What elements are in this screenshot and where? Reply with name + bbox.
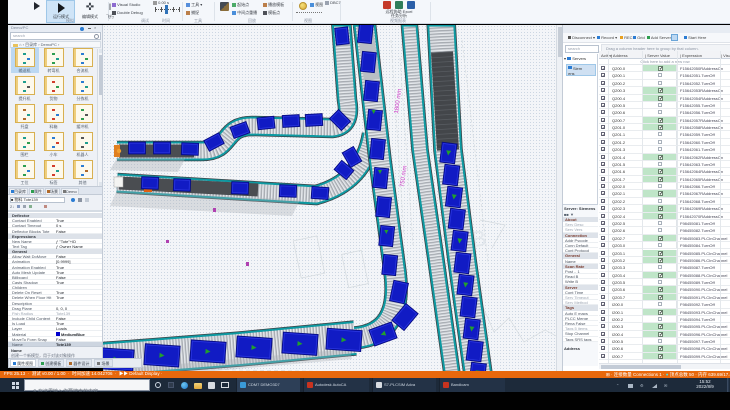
svg-text:1800 mm: 1800 mm: [394, 88, 403, 114]
svg-text:750 mm: 750 mm: [400, 165, 409, 187]
